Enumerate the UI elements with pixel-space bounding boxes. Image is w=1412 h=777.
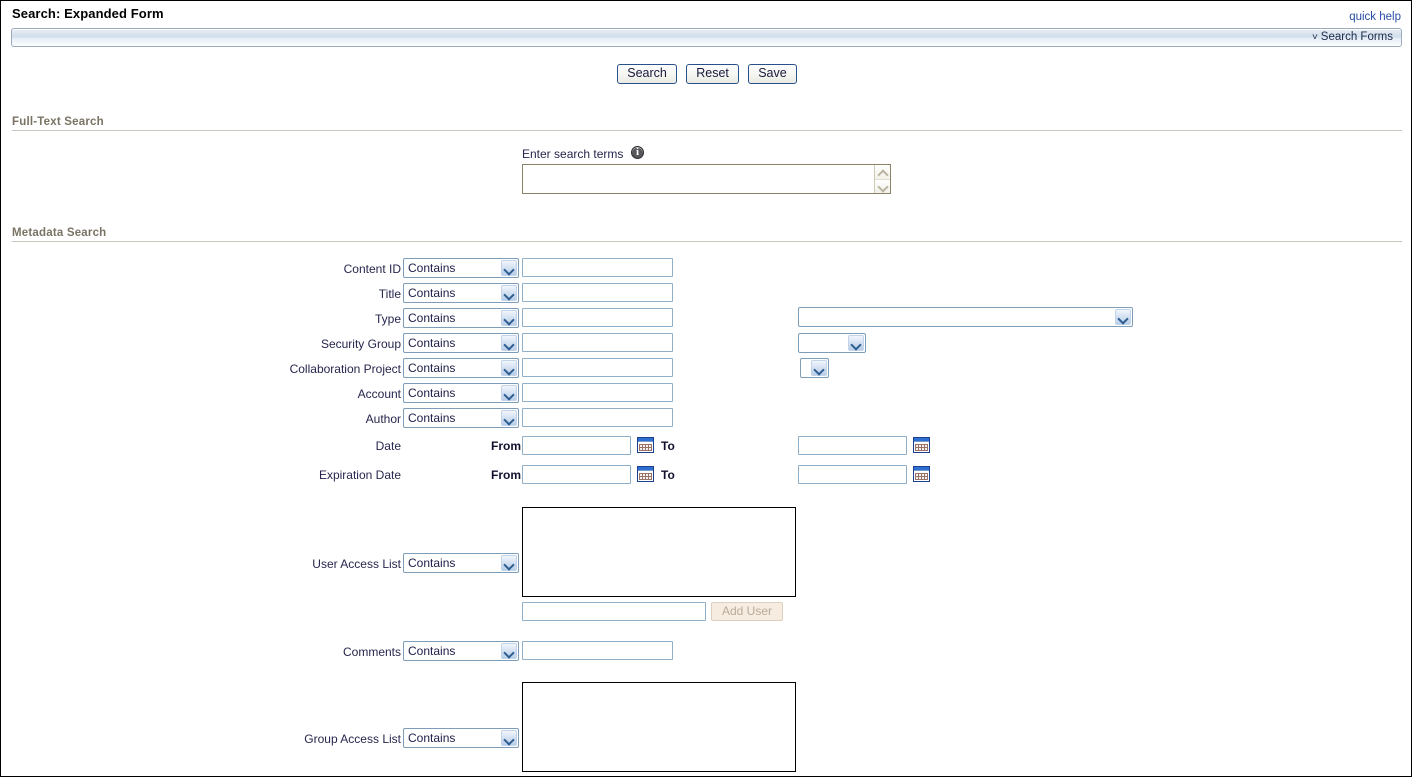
author-label: Author [365, 412, 401, 426]
chevron-down-icon [501, 260, 517, 276]
title-label: Title [378, 287, 401, 301]
type-operator-select[interactable]: Contains [403, 308, 519, 328]
chevron-down-icon [501, 730, 517, 746]
search-terms-box [522, 164, 891, 194]
date-from-label: From [491, 439, 521, 453]
chevron-down-icon [1115, 309, 1131, 325]
search-forms-bar[interactable]: ˅ Search Forms [11, 28, 1402, 47]
operator-value: Contains [408, 361, 456, 375]
group-access-operator-select[interactable]: Contains [403, 728, 519, 748]
user-access-list-box[interactable] [522, 507, 796, 597]
type-input[interactable] [522, 308, 673, 327]
chevron-down-icon: ˅ [1311, 32, 1318, 43]
title-input[interactable] [522, 283, 673, 302]
account-operator-select[interactable]: Contains [403, 383, 519, 403]
reset-button[interactable]: Reset [686, 64, 739, 84]
metadata-section-title: Metadata Search [12, 227, 107, 239]
title-operator-select[interactable]: Contains [403, 283, 519, 303]
fulltext-section-header: Full-Text Search [12, 116, 1402, 131]
group-access-list-box[interactable] [522, 682, 796, 772]
account-label: Account [357, 387, 401, 401]
section-divider [12, 241, 1402, 242]
operator-value: Contains [408, 731, 456, 745]
collaboration-project-input[interactable] [522, 358, 673, 377]
content-id-label: Content ID [343, 262, 401, 276]
form-action-buttons: Search Reset Save [1, 64, 1411, 84]
operator-value: Contains [408, 336, 456, 350]
chevron-down-icon [501, 310, 517, 326]
chevron-down-icon [811, 360, 827, 376]
operator-value: Contains [408, 286, 456, 300]
search-terms-input[interactable] [523, 165, 875, 193]
info-icon[interactable] [631, 146, 644, 159]
section-divider [12, 130, 1402, 131]
expiration-to-label: To [661, 468, 675, 482]
user-access-operator-select[interactable]: Contains [403, 553, 519, 573]
chevron-down-icon [848, 335, 864, 351]
date-to-input[interactable] [798, 436, 907, 455]
spinner-up-icon[interactable] [875, 165, 890, 179]
search-forms-text: Search Forms [1320, 31, 1393, 43]
spinner-down-icon[interactable] [875, 179, 890, 193]
comments-label: Comments [342, 645, 401, 659]
add-user-button[interactable]: Add User [711, 602, 783, 621]
search-forms-label[interactable]: ˅ Search Forms [1312, 31, 1393, 43]
operator-value: Contains [408, 411, 456, 425]
add-user-input[interactable] [522, 602, 706, 621]
calendar-icon[interactable] [637, 466, 654, 482]
comments-operator-select[interactable]: Contains [403, 641, 519, 661]
chevron-down-icon [501, 335, 517, 351]
security-group-input[interactable] [522, 333, 673, 352]
security-group-operator-select[interactable]: Contains [403, 333, 519, 353]
collaboration-project-value-select[interactable] [800, 358, 829, 378]
author-operator-select[interactable]: Contains [403, 408, 519, 428]
group-access-list-label: Group Access List [304, 732, 401, 746]
save-button[interactable]: Save [748, 64, 797, 84]
expiration-date-label: Expiration Date [318, 468, 401, 482]
fulltext-section-title: Full-Text Search [12, 116, 104, 128]
collaboration-project-label: Collaboration Project [289, 362, 401, 376]
operator-value: Contains [408, 386, 456, 400]
chevron-down-icon [501, 410, 517, 426]
calendar-icon[interactable] [913, 466, 930, 482]
search-button[interactable]: Search [617, 64, 677, 84]
search-expanded-form-page: Search: Expanded Form quick help ˅ Search… [0, 0, 1412, 777]
collaboration-project-operator-select[interactable]: Contains [403, 358, 519, 378]
user-access-list-label: User Access List [312, 557, 401, 571]
content-id-operator-select[interactable]: Contains [403, 258, 519, 278]
operator-value: Contains [408, 311, 456, 325]
date-to-label: To [661, 439, 675, 453]
metadata-section-header: Metadata Search [12, 227, 1402, 242]
expiration-from-input[interactable] [522, 465, 631, 484]
date-label: Date [375, 439, 401, 453]
comments-input[interactable] [522, 641, 673, 660]
calendar-icon[interactable] [913, 437, 930, 453]
type-label: Type [374, 312, 401, 326]
search-terms-spinner [874, 165, 890, 193]
chevron-down-icon [501, 385, 517, 401]
date-from-input[interactable] [522, 436, 631, 455]
account-input[interactable] [522, 383, 673, 402]
search-terms-label: Enter search terms [522, 147, 624, 161]
security-group-label: Security Group [320, 337, 401, 351]
type-value-select[interactable] [798, 307, 1133, 327]
calendar-icon[interactable] [637, 437, 654, 453]
security-group-value-select[interactable] [798, 333, 866, 353]
expiration-to-input[interactable] [798, 465, 907, 484]
chevron-down-icon [501, 643, 517, 659]
quick-help-link[interactable]: quick help [1349, 11, 1401, 23]
content-id-input[interactable] [522, 258, 673, 277]
page-title: Search: Expanded Form [12, 6, 164, 21]
expiration-from-label: From [491, 468, 521, 482]
chevron-down-icon [501, 285, 517, 301]
operator-value: Contains [408, 261, 456, 275]
operator-value: Contains [408, 644, 456, 658]
chevron-down-icon [501, 360, 517, 376]
chevron-down-icon [501, 555, 517, 571]
author-input[interactable] [522, 408, 673, 427]
operator-value: Contains [408, 556, 456, 570]
